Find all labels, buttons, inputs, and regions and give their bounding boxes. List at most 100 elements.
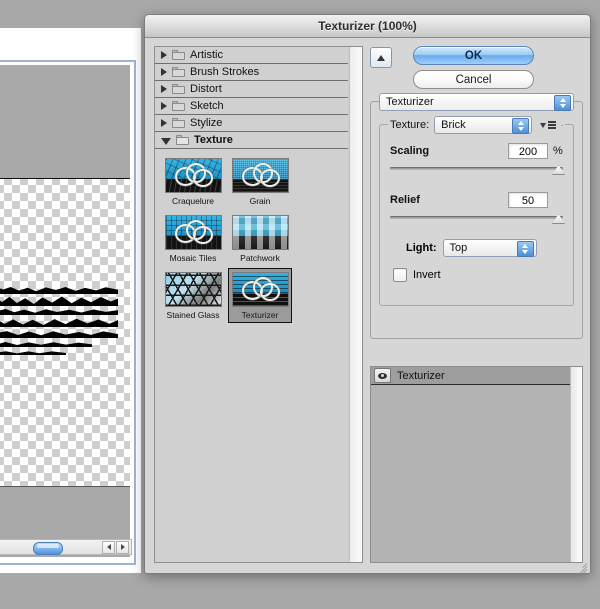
invert-checkbox[interactable] bbox=[393, 268, 407, 282]
category-texture[interactable]: Texture bbox=[155, 132, 348, 149]
disclosure-triangle-icon[interactable] bbox=[161, 102, 167, 110]
scroll-left-icon[interactable] bbox=[102, 540, 115, 554]
collapse-panel-button[interactable] bbox=[370, 47, 392, 68]
effect-layer-label: Texturizer bbox=[397, 369, 445, 382]
category-label: Sketch bbox=[190, 100, 224, 112]
relief-control: Relief 50 bbox=[390, 191, 565, 224]
filter-thumb-grain[interactable]: Grain bbox=[228, 154, 292, 209]
filter-thumb-texturizer[interactable]: Texturizer bbox=[228, 268, 292, 323]
document-frame bbox=[0, 60, 136, 565]
dialog-actions: OK Cancel bbox=[370, 46, 583, 94]
ok-cancel-group: OK Cancel bbox=[413, 46, 534, 89]
invert-label: Invert bbox=[413, 269, 441, 281]
dialog-title: Texturizer (100%) bbox=[318, 19, 417, 33]
cancel-button[interactable]: Cancel bbox=[413, 70, 534, 89]
ok-button[interactable]: OK bbox=[413, 46, 534, 65]
relief-input[interactable]: 50 bbox=[508, 191, 548, 208]
light-popup[interactable]: Top bbox=[442, 239, 537, 257]
filter-thumb-label: Texturizer bbox=[241, 310, 279, 320]
category-artistic[interactable]: Artistic bbox=[155, 47, 348, 64]
filter-thumb-label: Patchwork bbox=[240, 253, 280, 263]
category-brush-strokes[interactable]: Brush Strokes bbox=[155, 64, 348, 81]
slider-rail bbox=[390, 167, 563, 170]
layers-scrollbar[interactable] bbox=[570, 367, 582, 562]
effect-layer-tools bbox=[370, 568, 590, 573]
filter-settings-box: Texturizer Texture: Brick Scaling 200 % … bbox=[370, 93, 583, 339]
scaling-slider[interactable] bbox=[390, 164, 565, 175]
invert-control[interactable]: Invert bbox=[390, 268, 563, 282]
canvas-preview[interactable] bbox=[0, 65, 130, 557]
texture-value: Brick bbox=[441, 119, 466, 131]
filter-name-popup-wrap: Texturizer bbox=[379, 93, 574, 111]
relief-slider[interactable] bbox=[390, 213, 565, 224]
disclosure-triangle-icon[interactable] bbox=[161, 137, 171, 145]
scaling-unit: % bbox=[553, 144, 563, 157]
folder-icon bbox=[172, 84, 185, 94]
filter-thumb-label: Grain bbox=[249, 196, 271, 206]
scrollbar-arrows bbox=[102, 540, 129, 554]
category-sketch[interactable]: Sketch bbox=[155, 98, 348, 115]
filter-gallery-dialog: Texturizer (100%) Artistic Brush Strokes bbox=[144, 14, 591, 574]
scaling-input[interactable]: 200 bbox=[508, 142, 548, 159]
light-value: Top bbox=[449, 242, 468, 254]
light-label: Light: bbox=[406, 242, 437, 254]
category-label: Texture bbox=[194, 134, 233, 146]
folder-icon bbox=[172, 118, 185, 128]
disclosure-triangle-icon[interactable] bbox=[161, 51, 167, 59]
chevron-up-icon bbox=[377, 54, 385, 61]
settings-column: OK Cancel Texturizer Texture: Brick Scal… bbox=[370, 46, 583, 339]
filter-thumb-label: Mosaic Tiles bbox=[169, 253, 217, 263]
disclosure-triangle-icon[interactable] bbox=[161, 85, 167, 93]
popup-arrows-icon bbox=[512, 118, 530, 134]
eye-icon[interactable] bbox=[374, 368, 391, 383]
filter-thumb-label: Craquelure bbox=[171, 196, 215, 206]
filter-preview-image bbox=[231, 272, 289, 307]
canvas-gray-top bbox=[0, 65, 130, 179]
filter-thumb-mosaic-tiles[interactable]: Mosaic Tiles bbox=[161, 211, 225, 266]
scaling-label: Scaling bbox=[390, 144, 430, 157]
brush-stroke bbox=[0, 309, 118, 315]
brush-stroke bbox=[0, 351, 66, 355]
brush-stroke bbox=[0, 296, 118, 306]
category-label: Brush Strokes bbox=[190, 66, 260, 78]
folder-icon bbox=[172, 50, 185, 60]
category-stylize[interactable]: Stylize bbox=[155, 115, 348, 132]
popup-arrows-icon bbox=[516, 241, 534, 257]
texture-options-group: Texture: Brick Scaling 200 % Relief 50 L… bbox=[379, 116, 574, 306]
filter-category-list: Artistic Brush Strokes Distort Sketch St… bbox=[155, 47, 348, 562]
dialog-title-bar[interactable]: Texturizer (100%) bbox=[145, 15, 590, 38]
brush-stroke bbox=[0, 318, 118, 327]
scrollbar-thumb[interactable] bbox=[33, 542, 63, 555]
disclosure-triangle-icon[interactable] bbox=[161, 68, 167, 76]
scaling-control: Scaling 200 % bbox=[390, 142, 565, 175]
horizontal-scrollbar[interactable] bbox=[0, 539, 132, 555]
folder-icon bbox=[172, 101, 185, 111]
category-distort[interactable]: Distort bbox=[155, 81, 348, 98]
category-label: Stylize bbox=[190, 117, 223, 129]
scrollbar-track[interactable] bbox=[0, 540, 102, 555]
texture-flyout-menu-icon[interactable] bbox=[540, 121, 557, 129]
folder-icon bbox=[176, 135, 189, 145]
category-scrollbar[interactable] bbox=[349, 47, 362, 562]
group-divider bbox=[561, 124, 563, 126]
filter-name-popup[interactable]: Texturizer bbox=[379, 93, 574, 111]
document-window bbox=[0, 28, 142, 573]
resize-grip-icon[interactable] bbox=[573, 558, 588, 573]
filter-thumb-patchwork[interactable]: Patchwork bbox=[228, 211, 292, 266]
filter-thumb-stained-glass[interactable]: Stained Glass bbox=[161, 268, 225, 323]
texture-label: Texture: bbox=[390, 119, 430, 131]
slider-rail bbox=[390, 216, 563, 219]
filter-name-value: Texturizer bbox=[386, 96, 434, 108]
disclosure-triangle-icon[interactable] bbox=[161, 119, 167, 127]
category-label: Artistic bbox=[190, 49, 223, 61]
brush-stroke bbox=[0, 331, 118, 338]
texture-popup[interactable]: Brick bbox=[434, 116, 533, 134]
category-label: Distort bbox=[190, 83, 222, 95]
scroll-right-icon[interactable] bbox=[116, 540, 129, 554]
filter-thumb-label: Stained Glass bbox=[166, 310, 220, 320]
filter-preview-image bbox=[231, 215, 289, 250]
filter-preview-image bbox=[164, 272, 222, 307]
effect-layer-row[interactable]: Texturizer bbox=[371, 367, 570, 385]
folder-icon bbox=[172, 67, 185, 77]
filter-thumb-craquelure[interactable]: Craquelure bbox=[161, 154, 225, 209]
